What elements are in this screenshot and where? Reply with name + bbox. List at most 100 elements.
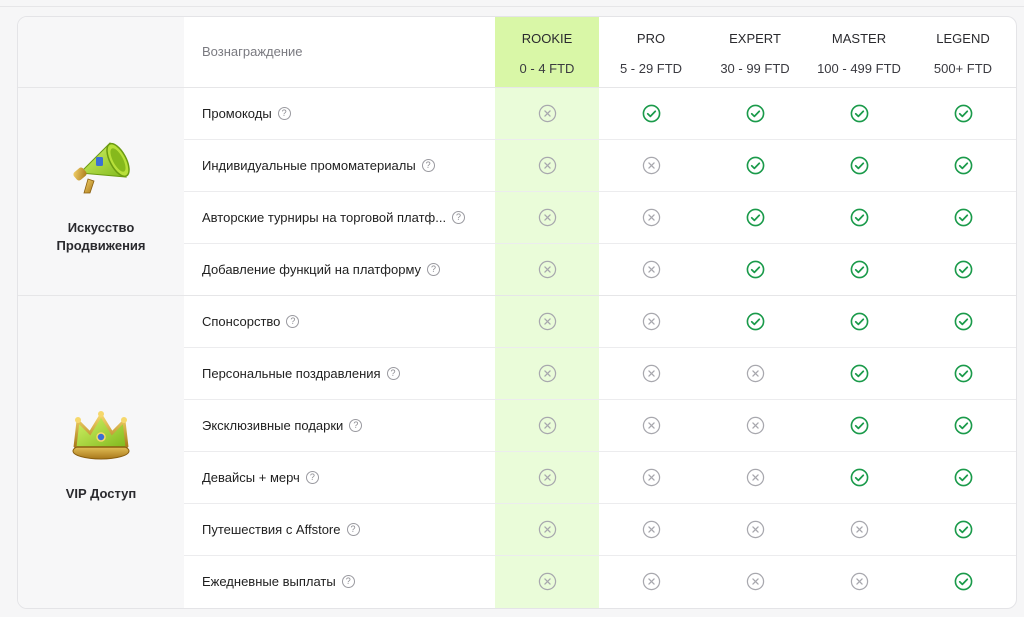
tier-name: LEGEND	[936, 31, 990, 46]
cross-circle-icon	[538, 520, 557, 539]
availability-cell	[807, 139, 911, 191]
reward-column-header: Вознаграждение	[202, 44, 303, 59]
availability-cell	[599, 347, 703, 399]
tier-header-rookie: ROOKIE 0 - 4 FTD	[495, 17, 599, 87]
availability-cell	[807, 87, 911, 139]
feature-row-label: Авторские турниры на торговой платф...?	[202, 191, 466, 243]
availability-cell	[495, 191, 599, 243]
check-circle-icon	[954, 104, 973, 123]
check-circle-icon	[850, 416, 869, 435]
help-icon[interactable]: ?	[349, 418, 363, 432]
availability-cell	[703, 399, 807, 451]
availability-cell	[599, 555, 703, 607]
check-circle-icon	[954, 520, 973, 539]
feature-name: Путешествия с Affstore	[202, 521, 341, 537]
help-icon[interactable]: ?	[386, 366, 400, 380]
cross-circle-icon	[642, 572, 661, 591]
availability-cell	[495, 503, 599, 555]
availability-cell	[807, 347, 911, 399]
tier-name: ROOKIE	[521, 31, 573, 46]
cross-circle-icon	[538, 312, 557, 331]
cross-circle-icon	[538, 208, 557, 227]
check-circle-icon	[850, 156, 869, 175]
help-icon[interactable]: ?	[346, 522, 360, 536]
rewards-comparison-table: Вознаграждение ROOKIE 0 - 4 FTD PRO 5 - …	[17, 16, 1017, 609]
cross-circle-icon	[746, 520, 765, 539]
cross-circle-icon	[538, 468, 557, 487]
tier-range: 500+ FTD	[933, 61, 993, 76]
feature-row-label: Промокоды?	[202, 87, 291, 139]
cross-circle-icon	[642, 208, 661, 227]
check-circle-icon	[954, 156, 973, 175]
availability-cell	[495, 87, 599, 139]
availability-cell	[599, 191, 703, 243]
availability-cell	[495, 399, 599, 451]
cross-circle-icon	[642, 520, 661, 539]
help-icon[interactable]: ?	[421, 158, 435, 172]
top-divider	[0, 6, 1024, 7]
availability-cell	[703, 295, 807, 347]
feature-name: Персональные поздравления	[202, 365, 381, 381]
help-icon[interactable]: ?	[427, 262, 441, 276]
feature-name: Эксклюзивные подарки	[202, 417, 344, 433]
check-circle-icon	[850, 312, 869, 331]
availability-cell	[703, 191, 807, 243]
availability-cell	[703, 243, 807, 295]
availability-cell	[599, 503, 703, 555]
cross-circle-icon	[642, 260, 661, 279]
availability-cell	[599, 243, 703, 295]
availability-cell	[495, 295, 599, 347]
cross-circle-icon	[538, 104, 557, 123]
help-icon[interactable]: ?	[341, 574, 355, 588]
group-title-line: Искусство	[67, 220, 135, 235]
check-circle-icon	[850, 260, 869, 279]
check-circle-icon	[746, 208, 765, 227]
group-title-promotion: Искусство Продвижения	[18, 219, 184, 255]
availability-cell	[911, 555, 1015, 607]
availability-cell	[911, 191, 1015, 243]
tier-header-pro: PRO 5 - 29 FTD	[599, 17, 703, 87]
cross-circle-icon	[850, 572, 869, 591]
check-circle-icon	[954, 364, 973, 383]
check-circle-icon	[954, 260, 973, 279]
availability-cell	[911, 87, 1015, 139]
cross-circle-icon	[642, 416, 661, 435]
cross-circle-icon	[850, 520, 869, 539]
availability-cell	[911, 243, 1015, 295]
availability-cell	[911, 503, 1015, 555]
availability-cell	[495, 139, 599, 191]
availability-cell	[911, 295, 1015, 347]
check-circle-icon	[954, 468, 973, 487]
availability-cell	[599, 399, 703, 451]
cross-circle-icon	[746, 364, 765, 383]
check-circle-icon	[954, 312, 973, 331]
tier-header-legend: LEGEND 500+ FTD	[911, 17, 1015, 87]
tier-header-expert: EXPERT 30 - 99 FTD	[703, 17, 807, 87]
availability-cell	[495, 347, 599, 399]
check-circle-icon	[746, 312, 765, 331]
help-icon[interactable]: ?	[452, 210, 466, 224]
feature-name: Индивидуальные промоматериалы	[202, 157, 416, 173]
group-title-line: Продвижения	[56, 238, 146, 253]
availability-cell	[807, 399, 911, 451]
cross-circle-icon	[642, 312, 661, 331]
help-icon[interactable]: ?	[305, 470, 319, 484]
group-title-vip: VIP Доступ	[18, 485, 184, 503]
cross-circle-icon	[642, 468, 661, 487]
availability-cell	[807, 503, 911, 555]
tier-name: EXPERT	[729, 31, 781, 46]
cross-circle-icon	[746, 468, 765, 487]
help-icon[interactable]: ?	[277, 106, 291, 120]
check-circle-icon	[850, 104, 869, 123]
feature-row-label: Добавление функций на платформу?	[202, 243, 441, 295]
availability-cell	[703, 139, 807, 191]
check-circle-icon	[746, 104, 765, 123]
availability-cell	[703, 451, 807, 503]
availability-cell	[703, 87, 807, 139]
help-icon[interactable]: ?	[286, 314, 300, 328]
availability-cell	[599, 451, 703, 503]
cross-circle-icon	[746, 572, 765, 591]
cross-circle-icon	[538, 260, 557, 279]
crown-icon	[72, 411, 130, 460]
availability-cell	[807, 243, 911, 295]
